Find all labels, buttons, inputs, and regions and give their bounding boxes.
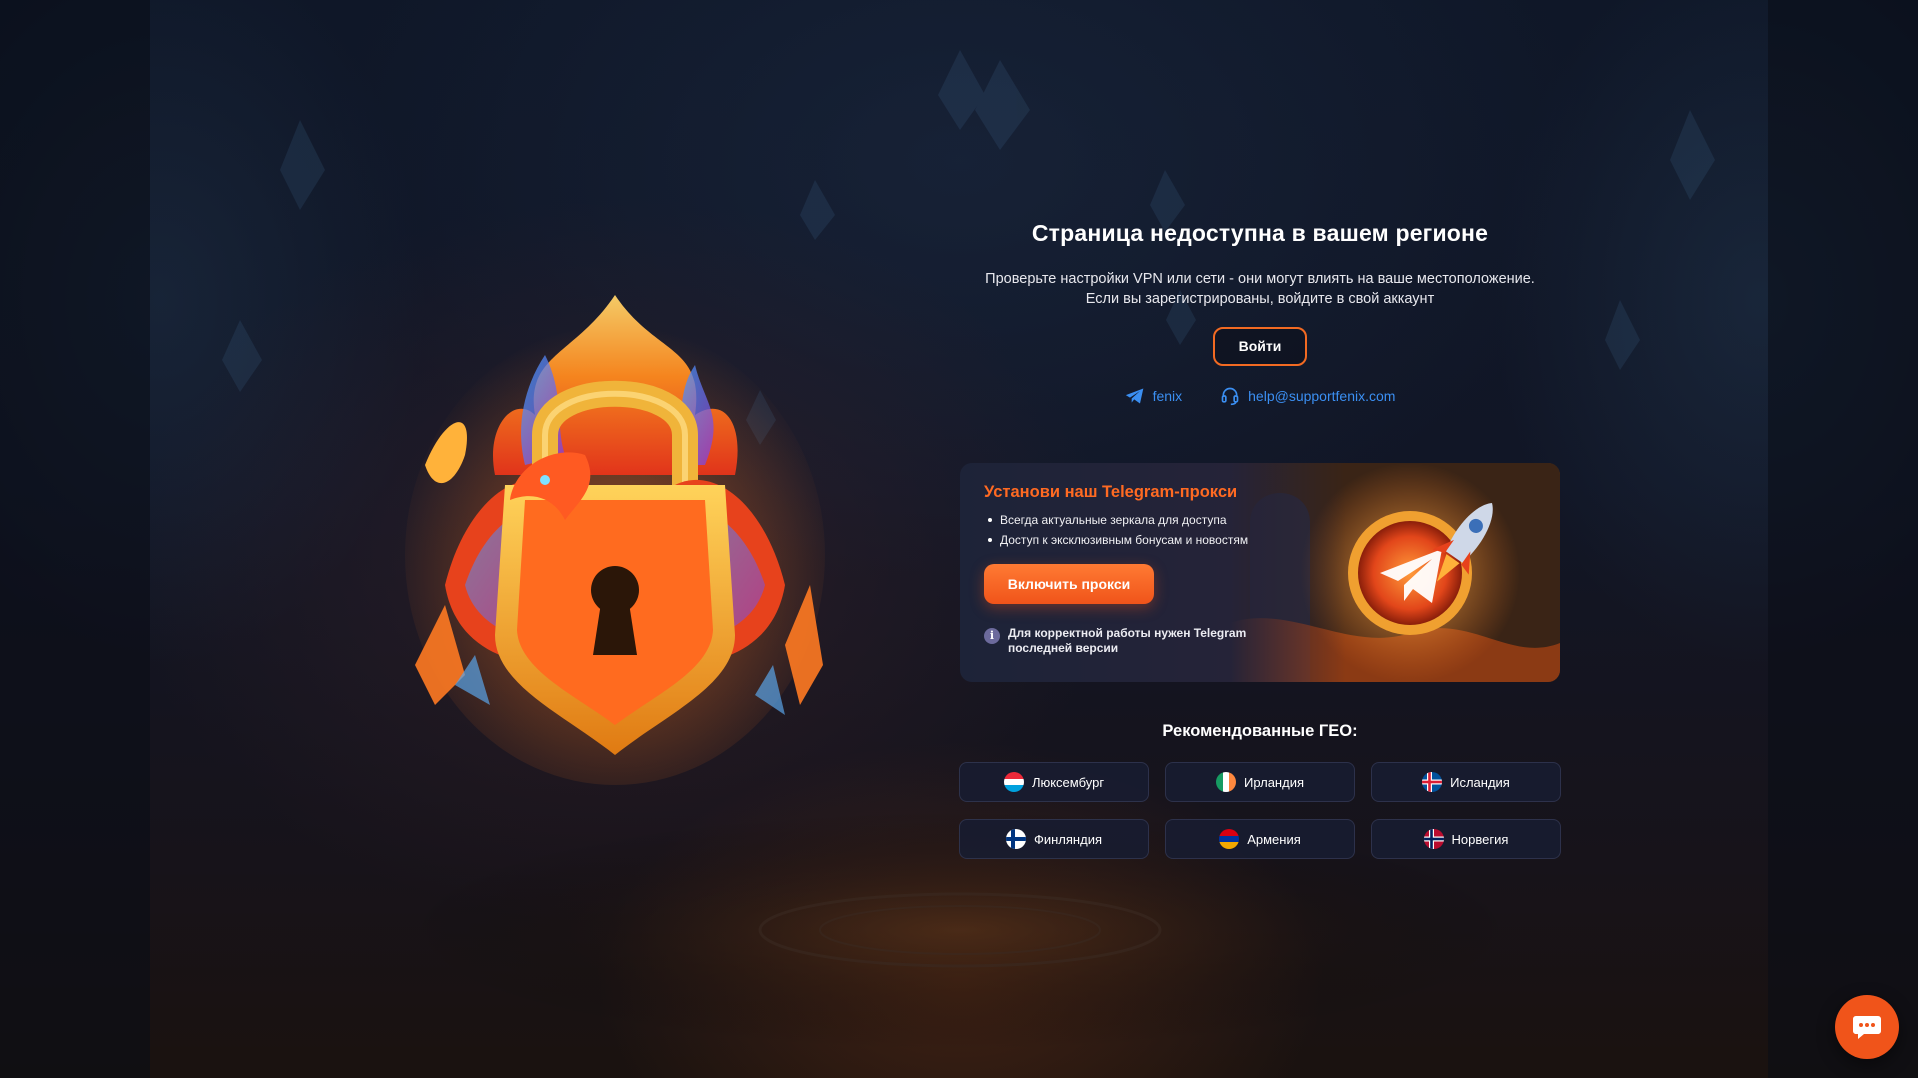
- geo-label: Норвегия: [1451, 831, 1509, 847]
- page-title: Страница недоступна в вашем регионе: [1031, 220, 1489, 246]
- contacts-row: fenix help@supportfenix.com: [958, 386, 1562, 406]
- geo-label: Люксембург: [1031, 774, 1105, 790]
- geo-label: Армения: [1247, 831, 1301, 847]
- promo-title: Установи наш Telegram-прокси: [984, 483, 1238, 501]
- telegram-label: fenix: [1152, 388, 1183, 404]
- telegram-link[interactable]: fenix: [1125, 386, 1183, 406]
- armenia-flag-icon: [1219, 829, 1240, 849]
- promo-benefit: Всегда актуальные зеркала для доступа: [984, 510, 1314, 530]
- geo-label: Финляндия: [1033, 831, 1102, 847]
- geo-button-norway[interactable]: Норвегия: [1371, 819, 1561, 859]
- subtitle-line-1: Проверьте настройки VPN или сети - они м…: [985, 271, 1535, 287]
- main-content: Страница недоступна в вашем регионе Пров…: [958, 210, 1562, 406]
- page-subtitle: Проверьте настройки VPN или сети - они м…: [958, 269, 1562, 309]
- promo-content: Установи наш Telegram-прокси Всегда акту…: [984, 483, 1314, 656]
- recommended-geo-title: Рекомендованные ГЕО:: [1162, 722, 1358, 740]
- recommended-geo-grid: Люксембург Ирландия Исландия Финляндия А…: [959, 762, 1561, 859]
- support-chat-button[interactable]: [1835, 995, 1899, 1059]
- telegram-version-note: i Для корректной работы нужен Telegram п…: [984, 626, 1274, 656]
- luxembourg-flag-icon: [1003, 772, 1024, 792]
- note-text: Для корректной работы нужен Telegram пос…: [1008, 626, 1247, 655]
- geo-button-ireland[interactable]: Ирландия: [1165, 762, 1355, 802]
- geo-button-iceland[interactable]: Исландия: [1371, 762, 1561, 802]
- geo-button-armenia[interactable]: Армения: [1165, 819, 1355, 859]
- telegram-icon: [1125, 388, 1143, 404]
- ireland-flag-icon: [1215, 772, 1236, 792]
- info-icon: i: [984, 628, 1000, 644]
- support-email-label: help@supportfenix.com: [1248, 388, 1396, 404]
- geo-label: Исландия: [1450, 774, 1510, 790]
- subtitle-line-2: Если вы зарегистрированы, войдите в свой…: [1085, 291, 1435, 307]
- norway-flag-icon: [1423, 829, 1444, 849]
- chat-icon: [1853, 1016, 1881, 1039]
- background-scene: [0, 0, 1918, 1078]
- promo-benefits-list: Всегда актуальные зеркала для доступа До…: [984, 510, 1314, 550]
- iceland-flag-icon: [1422, 772, 1443, 792]
- support-email-link[interactable]: help@supportfenix.com: [1220, 386, 1395, 406]
- finland-flag-icon: [1005, 829, 1026, 849]
- phoenix-lock-illustration: [405, 295, 825, 785]
- telegram-proxy-card: Установи наш Telegram-прокси Всегда акту…: [960, 463, 1560, 682]
- geo-button-luxembourg[interactable]: Люксембург: [959, 762, 1149, 802]
- login-button[interactable]: Войти: [1213, 327, 1307, 366]
- promo-benefit: Доступ к эксклюзивным бонусам и новостям: [984, 530, 1314, 550]
- geo-label: Ирландия: [1243, 774, 1304, 790]
- headset-icon: [1221, 387, 1239, 406]
- enable-proxy-button[interactable]: Включить прокси: [984, 564, 1154, 604]
- geo-button-finland[interactable]: Финляндия: [959, 819, 1149, 859]
